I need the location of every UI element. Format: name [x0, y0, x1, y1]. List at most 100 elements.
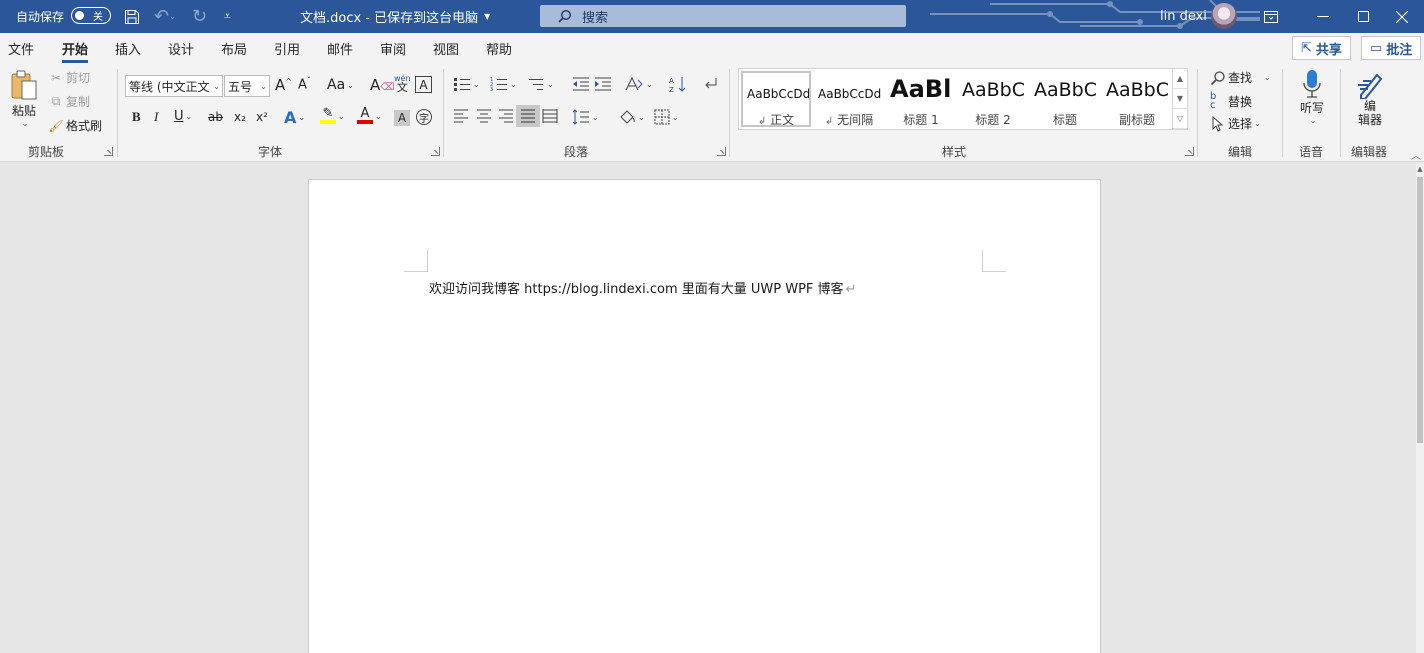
numbering-button[interactable]: 1 2 3 ⌄: [490, 76, 517, 92]
tab-references[interactable]: 引用: [274, 39, 300, 58]
scroll-up-icon[interactable]: ▲: [1416, 165, 1424, 173]
strikethrough-button[interactable]: ab: [208, 110, 223, 124]
bullets-button[interactable]: ⌄: [453, 76, 480, 92]
replace-button[interactable]: b c 替换: [1210, 92, 1252, 111]
superscript-button[interactable]: x²: [256, 110, 268, 124]
increase-indent-button[interactable]: [594, 76, 612, 92]
align-right-button[interactable]: [498, 109, 514, 123]
customize-qat-icon[interactable]: ⩡: [224, 0, 236, 33]
search-input[interactable]: 搜索: [540, 5, 906, 27]
align-center-button[interactable]: [476, 109, 492, 123]
clear-formatting-button[interactable]: A⌫: [370, 76, 394, 94]
change-case-button[interactable]: Aa ⌄: [327, 77, 354, 93]
group-separator: [1282, 69, 1283, 157]
text-effects-button[interactable]: A ⌄: [284, 108, 305, 127]
style-heading-1[interactable]: AaBl 标题 1: [886, 71, 956, 127]
ribbon-display-options-icon[interactable]: [1262, 0, 1280, 33]
group-separator: [729, 69, 730, 157]
style-no-spacing[interactable]: AaBbCcDd ↲ 无间隔: [814, 71, 884, 127]
italic-button[interactable]: I: [154, 109, 158, 125]
enclose-characters-icon: 字: [419, 113, 429, 125]
vertical-scrollbar[interactable]: ▲: [1416, 163, 1424, 653]
style-heading-2[interactable]: AaBbC 标题 2: [958, 71, 1028, 127]
close-icon[interactable]: [1395, 0, 1409, 33]
multilevel-list-button[interactable]: ⌄: [527, 76, 554, 92]
tab-insert[interactable]: 插入: [115, 39, 141, 58]
paragraph-mark-icon: [705, 78, 717, 89]
collapse-ribbon-icon[interactable]: ︿: [1411, 147, 1421, 162]
scrollbar-thumb[interactable]: [1417, 177, 1423, 443]
font-size-combo[interactable]: 五号 ⌄: [224, 75, 270, 97]
font-color-button[interactable]: A ⌄: [357, 107, 382, 124]
find-button[interactable]: 查找 ⌄: [1210, 69, 1271, 86]
grow-font-button[interactable]: A^: [275, 76, 292, 94]
cut-button[interactable]: ✂ 剪切: [48, 69, 90, 86]
tab-help[interactable]: 帮助: [486, 39, 512, 58]
enclose-characters-button[interactable]: 字: [416, 109, 432, 125]
avatar[interactable]: [1211, 3, 1237, 29]
clear-formatting-icon: A⌫: [370, 76, 395, 94]
document-paragraph[interactable]: 欢迎访问我博客 https://blog.lindexi.com 里面有大量 U…: [429, 278, 856, 297]
clipboard-launcher-icon[interactable]: [104, 147, 113, 156]
share-icon: ⇱: [1301, 40, 1312, 56]
document-title[interactable]: 文档.docx - 已保存到这台电脑 ▼: [300, 0, 490, 33]
paste-button[interactable]: 粘贴 ⌄: [8, 69, 40, 128]
style-subtitle[interactable]: AaBbC 副标题: [1102, 71, 1172, 127]
shading-button[interactable]: ⌄: [618, 109, 645, 125]
font-name-combo[interactable]: 等线 (中文正文 ⌄: [125, 75, 223, 97]
distributed-button[interactable]: [542, 109, 558, 123]
show-marks-button[interactable]: [701, 76, 719, 92]
autosave-toggle[interactable]: 关: [71, 7, 111, 24]
undo-icon[interactable]: ↶ ⌄: [154, 0, 180, 33]
save-icon[interactable]: [124, 0, 142, 33]
chevron-down-icon: ⌄: [338, 111, 345, 121]
borders-button[interactable]: ⌄: [654, 109, 679, 125]
align-left-button[interactable]: [453, 109, 469, 123]
style-normal[interactable]: AaBbCcDd ↲ 正文: [741, 71, 811, 127]
style-title[interactable]: AaBbC 标题: [1030, 71, 1100, 127]
copy-button[interactable]: ⧉ 复制: [48, 93, 90, 110]
tab-layout[interactable]: 布局: [221, 39, 247, 58]
tab-mailings[interactable]: 邮件: [327, 39, 353, 58]
redo-icon[interactable]: ↻: [192, 0, 210, 33]
maximize-icon[interactable]: [1357, 0, 1369, 33]
character-border-button[interactable]: A: [415, 76, 432, 93]
tab-home[interactable]: 开始: [62, 39, 89, 63]
gallery-scroll-down-icon[interactable]: ▼: [1173, 89, 1187, 109]
tab-view[interactable]: 视图: [433, 39, 459, 58]
decrease-indent-button[interactable]: [572, 76, 590, 92]
comments-button[interactable]: ▭ 批注: [1361, 36, 1422, 60]
search-icon: [558, 9, 572, 23]
line-spacing-button[interactable]: ⌄: [572, 109, 599, 125]
document-page[interactable]: 欢迎访问我博客 https://blog.lindexi.com 里面有大量 U…: [308, 179, 1101, 653]
paragraph-launcher-icon[interactable]: [717, 147, 726, 156]
tab-design[interactable]: 设计: [168, 39, 194, 58]
share-button[interactable]: ⇱ 共享: [1292, 36, 1351, 60]
chinese-layout-button[interactable]: ⌄: [624, 76, 653, 92]
group-separator: [117, 69, 118, 157]
minimize-icon[interactable]: [1314, 0, 1332, 33]
subscript-button[interactable]: x₂: [234, 110, 246, 124]
select-button[interactable]: 选择 ⌄: [1210, 115, 1261, 132]
highlight-button[interactable]: ✎ ⌄: [320, 107, 345, 124]
tab-file[interactable]: 文件: [8, 39, 34, 58]
editor-button[interactable]: 编 辑器: [1354, 69, 1386, 127]
justify-button[interactable]: [516, 105, 540, 127]
paragraph-mark: ↵: [845, 282, 857, 297]
font-launcher-icon[interactable]: [431, 147, 440, 156]
bold-button[interactable]: B: [132, 109, 141, 125]
comment-icon: ▭: [1370, 40, 1383, 56]
character-shading-button[interactable]: A: [394, 110, 410, 126]
shrink-font-button[interactable]: Aˇ: [298, 76, 311, 92]
tab-review[interactable]: 审阅: [380, 39, 406, 58]
styles-launcher-icon[interactable]: [1185, 147, 1194, 156]
format-painter-button[interactable]: 🖌 格式刷: [48, 117, 102, 134]
gallery-more-icon[interactable]: ▽: [1173, 109, 1187, 129]
sort-button[interactable]: AZ: [669, 75, 687, 93]
dictate-button[interactable]: 听写 ⌄: [1298, 69, 1326, 125]
crop-mark-top-right: [982, 250, 1006, 272]
phonetic-guide-button[interactable]: wén 文: [394, 74, 411, 93]
user-name[interactable]: lin dexi: [1160, 0, 1207, 33]
underline-button[interactable]: U ⌄: [174, 109, 192, 124]
gallery-scroll-up-icon[interactable]: ▲: [1173, 69, 1187, 89]
